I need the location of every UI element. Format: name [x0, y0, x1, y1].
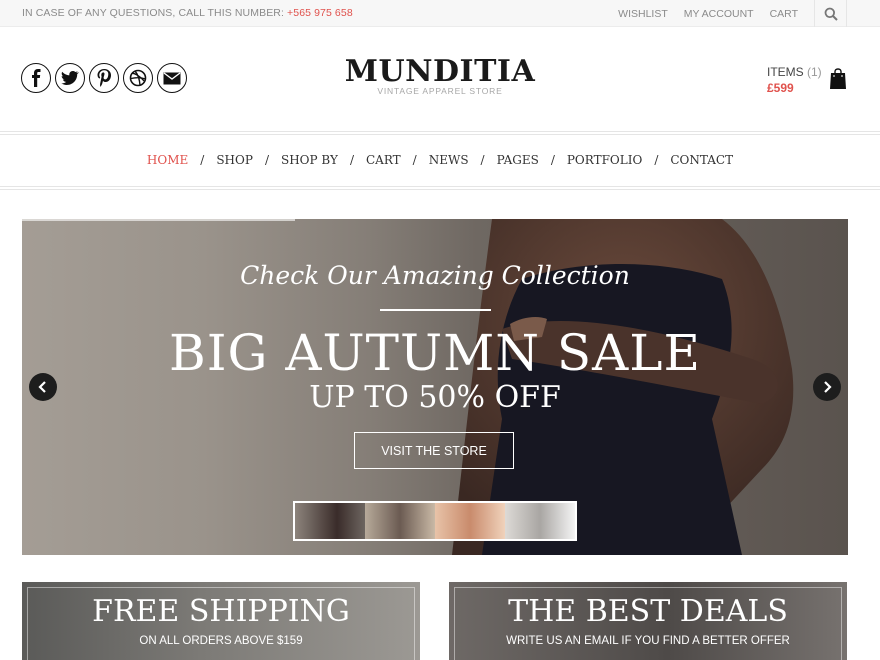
- shopping-bag-icon[interactable]: [829, 68, 847, 95]
- slider-thumbnail[interactable]: [435, 503, 505, 539]
- banner-subtitle: WRITE US AN EMAIL IF YOU FIND A BETTER O…: [506, 635, 790, 647]
- nav-divider-top-inner: [0, 134, 880, 135]
- pinterest-icon[interactable]: [89, 63, 119, 93]
- free-shipping-banner[interactable]: FREE SHIPPING ON ALL ORDERS ABOVE $159: [22, 582, 420, 660]
- main-navigation: HOME / SHOP / SHOP BY / CART / NEWS / PAGES / …: [0, 153, 880, 167]
- nav-home[interactable]: HOME: [147, 153, 188, 167]
- slider-prev-button[interactable]: [29, 373, 57, 401]
- best-deals-banner[interactable]: THE BEST DEALS WRITE US AN EMAIL IF YOU …: [449, 582, 847, 660]
- facebook-icon[interactable]: [21, 63, 51, 93]
- hero-slider: Check Our Amazing Collection BIG AUTUMN …: [22, 219, 848, 555]
- contact-info-text: IN CASE OF ANY QUESTIONS, CALL THIS NUMB…: [22, 7, 284, 19]
- mini-cart[interactable]: ITEMS (1) £599: [767, 65, 822, 95]
- chevron-left-icon: [38, 381, 46, 393]
- nav-shop-by[interactable]: SHOP BY: [281, 153, 338, 167]
- nav-separator: /: [550, 153, 555, 167]
- dribbble-icon[interactable]: [123, 63, 153, 93]
- cart-items-label: ITEMS: [767, 65, 804, 79]
- nav-separator: /: [200, 153, 205, 167]
- top-bar: IN CASE OF ANY QUESTIONS, CALL THIS NUMB…: [0, 0, 880, 27]
- banner-title: FREE SHIPPING: [92, 594, 350, 629]
- hero-subheadline: UP TO 50% OFF: [309, 380, 561, 415]
- cart-items[interactable]: ITEMS (1): [767, 65, 822, 79]
- hero-script-title: Check Our Amazing Collection: [240, 261, 630, 290]
- site-logo[interactable]: MUNDITIA VINTAGE APPAREL STORE: [290, 55, 590, 97]
- cart-link[interactable]: CART: [770, 8, 798, 20]
- slider-progress-bar: [22, 219, 295, 221]
- my-account-link[interactable]: MY ACCOUNT: [684, 8, 754, 20]
- nav-separator: /: [654, 153, 659, 167]
- social-icons: [21, 63, 191, 93]
- wishlist-link[interactable]: WISHLIST: [618, 8, 668, 20]
- nav-news[interactable]: NEWS: [429, 153, 469, 167]
- slider-next-button[interactable]: [813, 373, 841, 401]
- banner-subtitle: ON ALL ORDERS ABOVE $159: [139, 635, 303, 647]
- nav-separator: /: [480, 153, 485, 167]
- nav-portfolio[interactable]: PORTFOLIO: [567, 153, 642, 167]
- nav-cart[interactable]: CART: [366, 153, 401, 167]
- brand-tagline: VINTAGE APPAREL STORE: [377, 86, 503, 96]
- nav-separator: /: [412, 153, 417, 167]
- twitter-icon[interactable]: [55, 63, 85, 93]
- cart-total: £599: [767, 81, 794, 95]
- nav-pages[interactable]: PAGES: [497, 153, 539, 167]
- phone-number[interactable]: +565 975 658: [287, 7, 353, 19]
- chevron-right-icon: [824, 381, 832, 393]
- hero-headline: BIG AUTUMN SALE: [169, 324, 701, 382]
- nav-separator: /: [264, 153, 269, 167]
- top-links: WISHLIST MY ACCOUNT CART: [618, 0, 880, 27]
- slider-thumbnail[interactable]: [365, 503, 435, 539]
- brand-name[interactable]: MUNDITIA: [290, 55, 590, 89]
- search-icon: [824, 7, 838, 21]
- hero-divider: [380, 309, 491, 311]
- email-icon[interactable]: [157, 63, 187, 93]
- cart-items-count: (1): [807, 65, 822, 79]
- nav-divider-bottom: [0, 186, 880, 187]
- nav-divider-top: [0, 131, 880, 132]
- slider-thumbnail[interactable]: [505, 503, 575, 539]
- contact-info: IN CASE OF ANY QUESTIONS, CALL THIS NUMB…: [22, 7, 353, 19]
- nav-separator: /: [349, 153, 354, 167]
- visit-store-button[interactable]: VISIT THE STORE: [354, 432, 514, 469]
- slider-thumbnails: [293, 501, 577, 541]
- search-button[interactable]: [814, 0, 847, 27]
- nav-shop[interactable]: SHOP: [216, 153, 253, 167]
- nav-divider-bottom-inner: [0, 189, 880, 190]
- slider-thumbnail[interactable]: [295, 503, 365, 539]
- banner-title: THE BEST DEALS: [508, 594, 788, 629]
- nav-contact[interactable]: CONTACT: [670, 153, 733, 167]
